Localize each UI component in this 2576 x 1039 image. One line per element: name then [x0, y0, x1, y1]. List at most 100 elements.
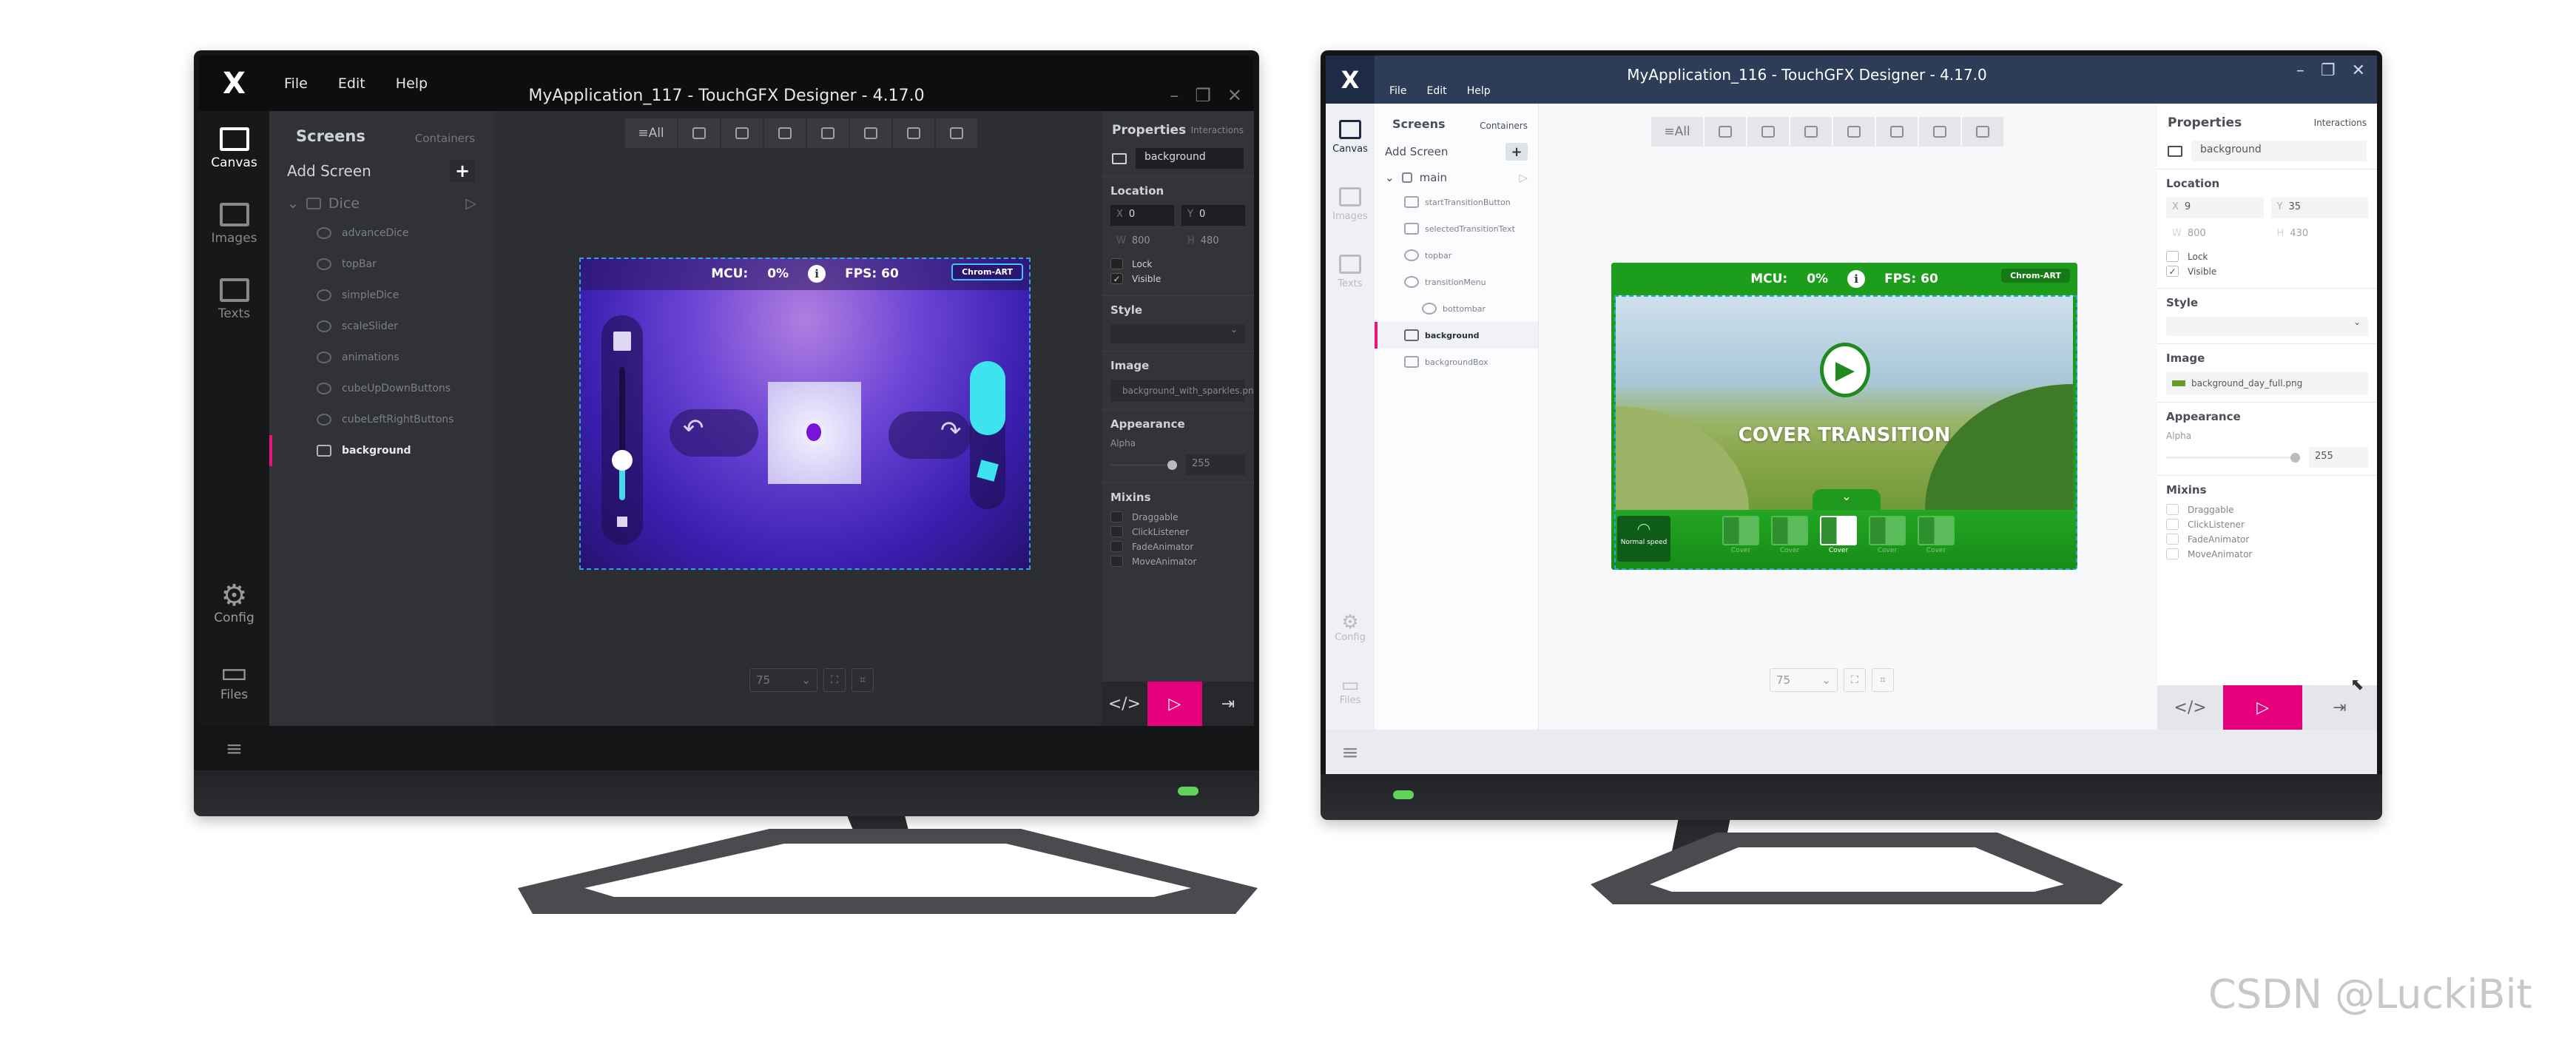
checkbox-box[interactable] [2166, 548, 2179, 559]
screen-node[interactable]: ⌄ Dice ▷ [269, 189, 494, 218]
maximize-icon[interactable]: ❐ [2321, 61, 2336, 80]
tree-item-scaleSlider[interactable]: scaleSlider [269, 311, 494, 342]
checkbox-box[interactable] [2166, 251, 2179, 262]
rail-item-canvas[interactable]: Canvas [199, 111, 269, 186]
tree-item-background[interactable]: background [269, 435, 494, 466]
tab-interactions[interactable]: Interactions [1191, 125, 1244, 135]
menu-help[interactable]: Help [1467, 85, 1491, 97]
minimize-icon[interactable]: – [1170, 85, 1179, 106]
tab-properties[interactable]: Properties [2168, 115, 2242, 130]
crop-icon[interactable]: ⌗ [852, 668, 874, 692]
chrom-art-badge[interactable]: Chrom-ART [2001, 269, 2070, 283]
scale-slider[interactable] [601, 315, 643, 545]
tree-item-transitionMenu[interactable]: transitionMenu [1375, 269, 1538, 295]
filter-image-button[interactable] [721, 118, 763, 148]
tab-containers[interactable]: Containers [415, 132, 475, 145]
checkbox-box[interactable] [2166, 504, 2179, 515]
filter-toggle-button[interactable] [1876, 117, 1918, 147]
tab-screens[interactable]: Screens [296, 127, 365, 145]
chrom-art-badge[interactable]: Chrom-ART [951, 263, 1023, 280]
tab-properties[interactable]: Properties [1112, 123, 1186, 138]
mixin-fadeanimator-checkbox[interactable]: FadeAnimator [2166, 534, 2368, 545]
close-icon[interactable]: ✕ [2352, 61, 2365, 80]
info-icon[interactable]: i [1847, 270, 1866, 288]
transition-screen-preview[interactable]: MCU: 0% i FPS: 60 Chrom-ART ▶ COVER TRAN… [1611, 263, 2077, 570]
zoom-select[interactable]: 75 ⌄ [1770, 668, 1838, 692]
alpha-value-field[interactable]: 255 [1186, 454, 1245, 475]
chevron-down-icon[interactable]: ⌄ [1385, 171, 1395, 184]
transition-option[interactable]: Cover [1918, 516, 1955, 554]
y-field[interactable]: Y0 [1181, 205, 1245, 226]
widget-name-field[interactable]: background [1136, 148, 1244, 169]
mixin-moveanimator-checkbox[interactable]: MoveAnimator [2166, 548, 2368, 559]
rail-item-config[interactable]: ⚙ Config [199, 565, 269, 642]
add-screen-button[interactable]: + [1506, 143, 1528, 161]
checkbox-box[interactable] [2166, 519, 2179, 530]
speed-button[interactable]: ◠ Normal speed [1617, 516, 1670, 562]
play-screen-icon[interactable]: ▷ [1519, 171, 1528, 184]
rail-item-texts[interactable]: Texts [1326, 238, 1375, 306]
mixin-moveanimator-checkbox[interactable]: MoveAnimator [1110, 556, 1245, 567]
fit-to-screen-icon[interactable]: ⛶ [823, 668, 846, 692]
mixin-draggable-checkbox[interactable]: Draggable [2166, 504, 2368, 515]
checkbox-box[interactable] [2166, 534, 2179, 545]
tree-item-topBar[interactable]: topBar [269, 249, 494, 280]
transition-option[interactable]: Cover [1771, 516, 1808, 554]
checkbox-box[interactable]: ✓ [1110, 273, 1123, 284]
filter-layers-button[interactable] [1962, 117, 2003, 147]
checkbox-box[interactable] [1110, 541, 1123, 552]
transition-option[interactable]: Cover [1869, 516, 1906, 554]
style-dropdown[interactable]: ⌄ [1110, 324, 1245, 343]
tree-item-cubeUpDownButtons[interactable]: cubeUpDownButtons [269, 373, 494, 404]
checkbox-box[interactable] [1110, 258, 1123, 269]
slider-knob[interactable] [612, 450, 633, 471]
tree-item-backgroundBox[interactable]: backgroundBox [1375, 349, 1538, 375]
tree-item-selectedTransitionText[interactable]: selectedTransitionText [1375, 215, 1538, 242]
run-on-target-button[interactable]: ⇥ [1201, 682, 1254, 726]
rail-item-config[interactable]: ⚙ Config [1326, 596, 1375, 659]
lock-checkbox[interactable]: Lock [1110, 258, 1245, 269]
mixin-draggable-checkbox[interactable]: Draggable [1110, 511, 1245, 522]
visible-checkbox[interactable]: ✓ Visible [1110, 273, 1245, 284]
rail-item-files[interactable]: ▭ Files [199, 642, 269, 719]
tree-item-startTransitionButton[interactable]: startTransitionButton [1375, 189, 1538, 215]
x-field[interactable]: X9 [2166, 198, 2264, 218]
filter-button-button[interactable] [678, 118, 720, 148]
alpha-slider-knob[interactable] [1167, 460, 1177, 470]
generate-code-button[interactable]: </> [2157, 685, 2224, 730]
filter-all-button[interactable]: ≡ All [625, 118, 677, 148]
rail-item-images[interactable]: Images [199, 186, 269, 262]
checkbox-box[interactable]: ✓ [2166, 266, 2179, 277]
mixin-clicklistener-checkbox[interactable]: ClickListener [2166, 519, 2368, 530]
filter-cube-button[interactable] [893, 118, 934, 148]
rail-item-canvas[interactable]: Canvas [1326, 104, 1375, 171]
generate-code-button[interactable]: </> [1102, 682, 1147, 726]
rail-item-files[interactable]: ▭ Files [1326, 659, 1375, 722]
checkbox-box[interactable] [1110, 511, 1123, 522]
info-icon[interactable]: i [808, 265, 826, 283]
alpha-slider-knob[interactable] [2290, 452, 2300, 463]
filter-cube-button[interactable] [1919, 117, 1960, 147]
close-icon[interactable]: ✕ [1227, 85, 1242, 106]
tab-interactions[interactable]: Interactions [2314, 118, 2367, 128]
start-transition-button[interactable]: ▶ [1820, 343, 1870, 397]
menu-toggle-tab[interactable]: ⌄ [1813, 489, 1881, 510]
filter-container-button[interactable] [1790, 117, 1832, 147]
rail-item-images[interactable]: Images [1326, 171, 1375, 238]
alpha-slider[interactable] [2166, 452, 2300, 463]
filter-button-button[interactable] [1705, 117, 1746, 147]
tree-item-topbar[interactable]: topbar [1375, 242, 1538, 269]
hamburger-menu-icon[interactable]: ≡ [199, 726, 269, 770]
crop-icon[interactable]: ⌗ [1872, 668, 1894, 692]
tree-item-simpleDice[interactable]: simpleDice [269, 280, 494, 311]
add-screen-button[interactable]: + [450, 160, 475, 182]
fit-to-screen-icon[interactable]: ⛶ [1844, 668, 1866, 692]
rail-item-texts[interactable]: Texts [199, 262, 269, 337]
filter-image-button[interactable] [1747, 117, 1789, 147]
widget-name-field[interactable]: background [2191, 141, 2367, 161]
run-simulator-button[interactable]: ▷ [1147, 682, 1202, 726]
image-file-field[interactable]: background_day_full.png [2166, 372, 2368, 394]
mixin-clicklistener-checkbox[interactable]: ClickListener [1110, 526, 1245, 537]
filter-container-button[interactable] [764, 118, 806, 148]
style-dropdown[interactable]: ⌄ [2166, 317, 2368, 336]
